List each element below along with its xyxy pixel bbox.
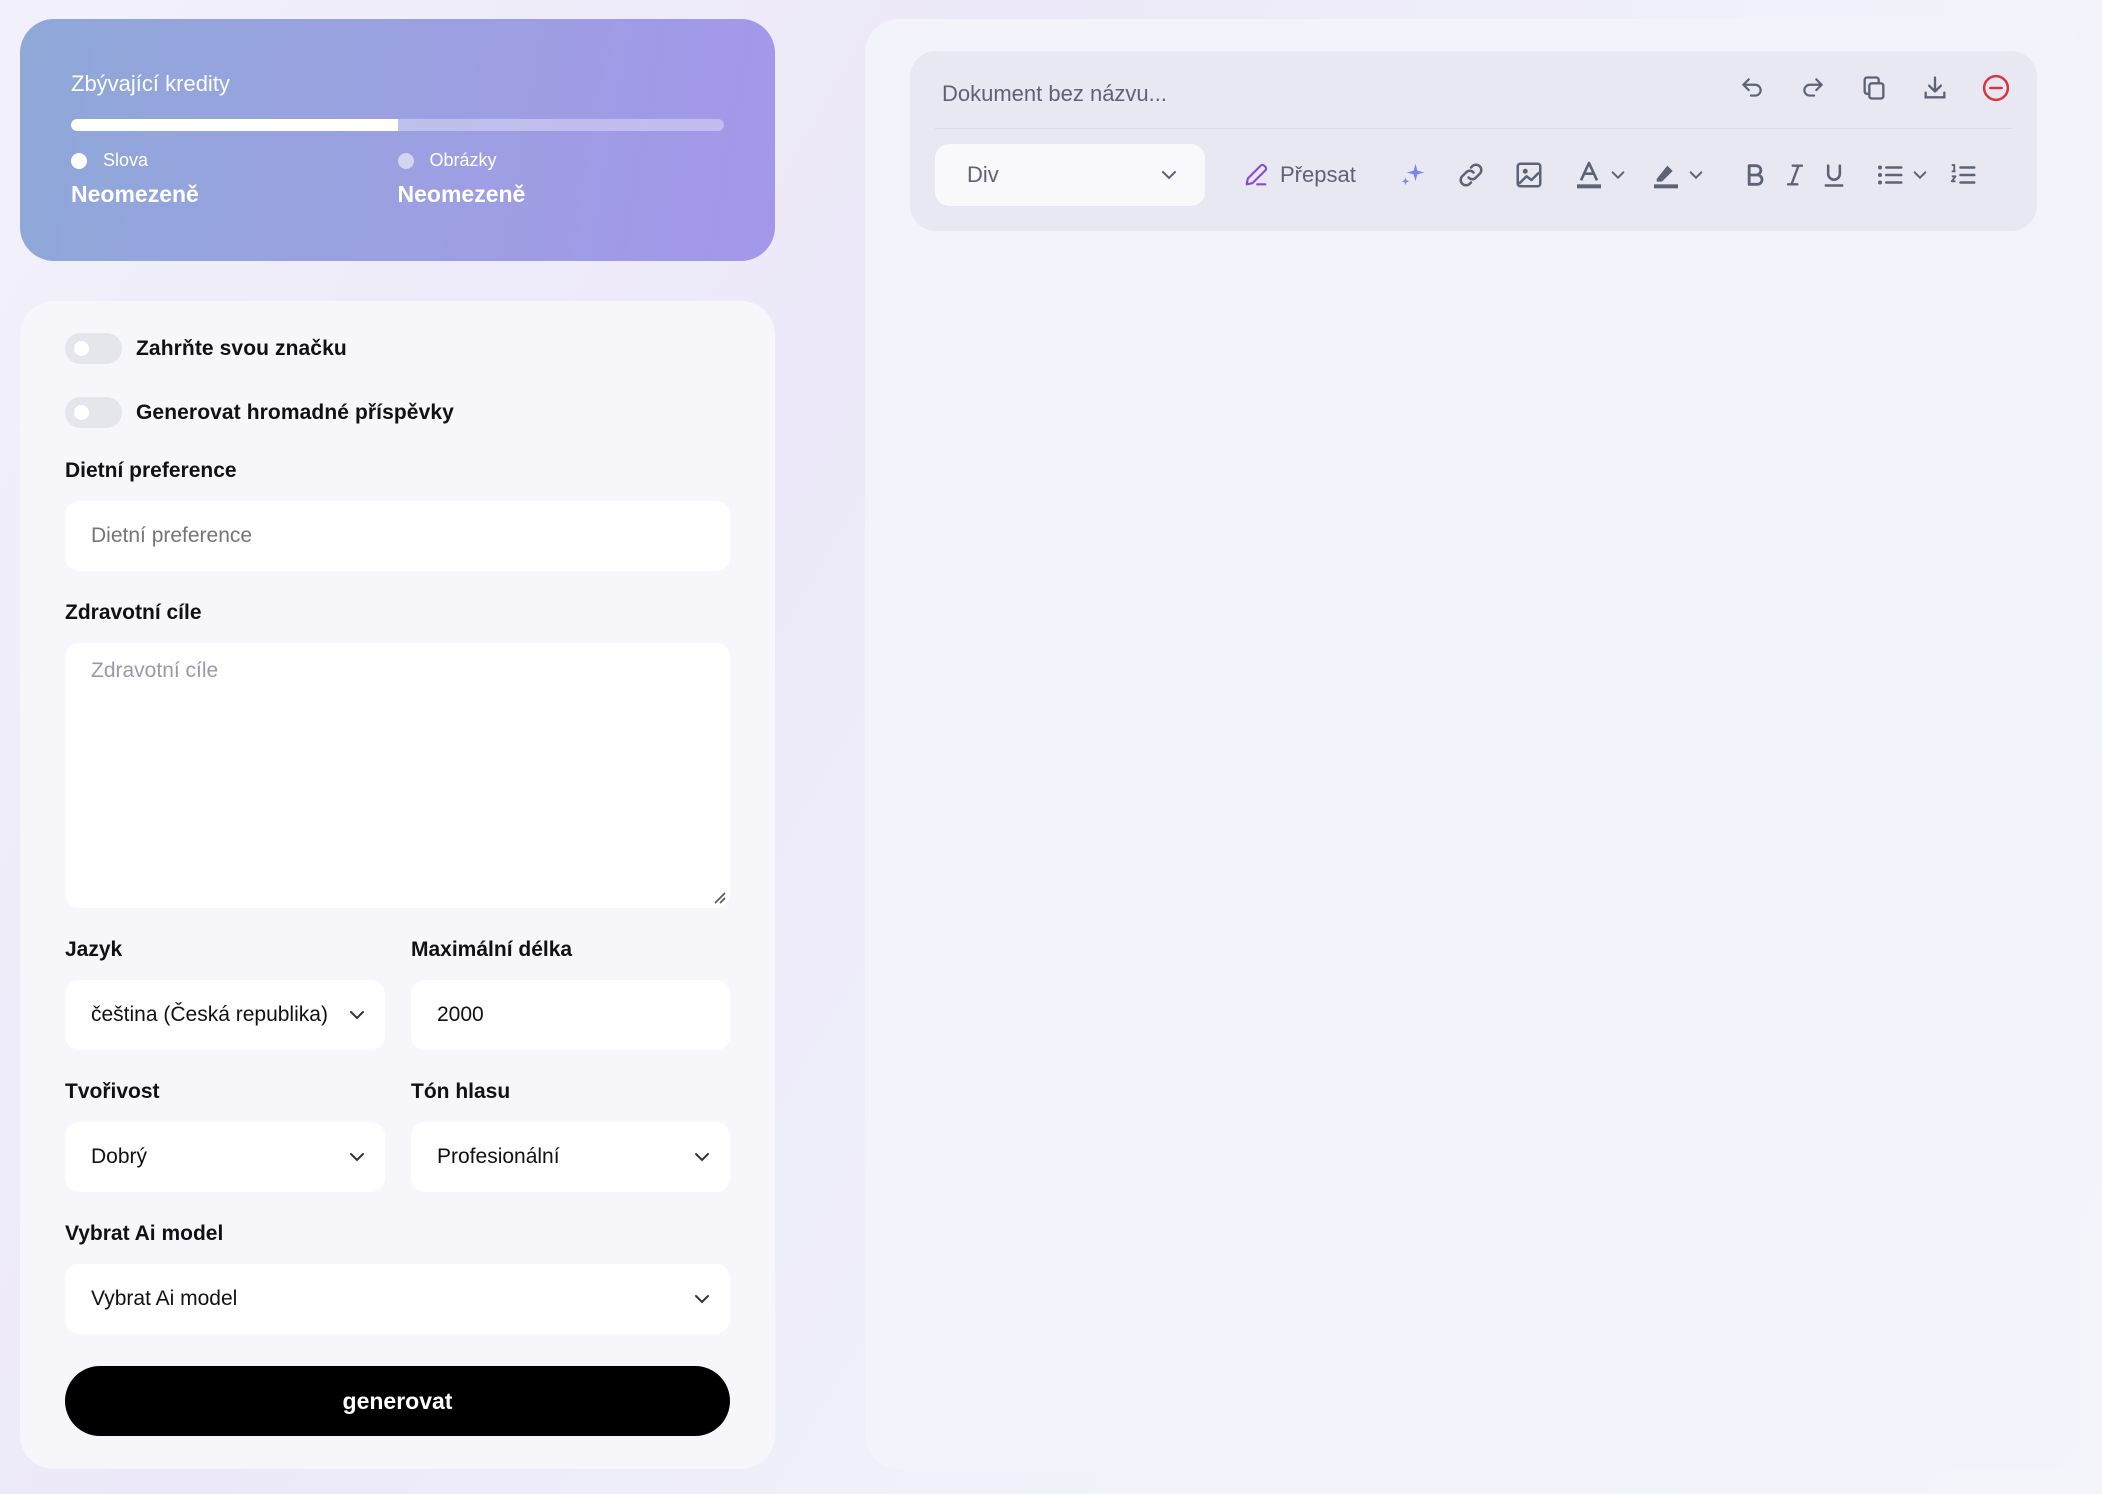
- toolbar-divider: [935, 128, 2012, 129]
- underline-icon[interactable]: [1819, 156, 1849, 194]
- link-icon[interactable]: [1453, 156, 1489, 194]
- max-length-input[interactable]: 2000: [411, 980, 730, 1050]
- words-dot-icon: [71, 152, 87, 169]
- ai-model-label: Vybrat Ai model: [65, 1222, 224, 1245]
- language-select[interactable]: čeština (Česká republika): [65, 980, 385, 1050]
- chevron-down-icon: [695, 1153, 709, 1162]
- words-label: Slova: [103, 150, 149, 170]
- bold-icon[interactable]: [1740, 156, 1770, 194]
- brand-toggle-label: Zahrňte svou značku: [136, 336, 347, 360]
- numbered-list-icon[interactable]: [1946, 156, 1980, 194]
- images-label: Obrázky: [429, 150, 497, 170]
- chevron-down-icon: [350, 1011, 364, 1020]
- generate-button[interactable]: generovat: [65, 1366, 730, 1436]
- creativity-value: Dobrý: [91, 1145, 148, 1168]
- chevron-down-icon: [1162, 171, 1176, 180]
- brand-toggle[interactable]: [65, 333, 122, 364]
- dietary-label: Dietní preference: [65, 459, 237, 482]
- redo-icon[interactable]: [1796, 71, 1830, 105]
- highlight-chevron-icon[interactable]: [1686, 156, 1706, 194]
- document-actions: [1708, 71, 2013, 105]
- text-color-chevron-icon[interactable]: [1608, 156, 1628, 194]
- tone-label: Tón hlasu: [411, 1080, 511, 1103]
- creativity-select[interactable]: Dobrý: [65, 1122, 385, 1192]
- brand-toggle-row[interactable]: Zahrňte svou značku: [65, 333, 347, 364]
- block-type-select[interactable]: Div: [935, 144, 1205, 206]
- sparkle-icon[interactable]: [1395, 156, 1431, 194]
- chevron-down-icon: [695, 1295, 709, 1304]
- italic-icon[interactable]: [1780, 156, 1810, 194]
- credits-title: Zbývající kredity: [71, 71, 230, 96]
- credits-progress-fill: [71, 119, 398, 131]
- bulk-toggle-label: Generovat hromadné příspěvky: [136, 400, 454, 424]
- image-icon[interactable]: [1511, 156, 1547, 194]
- credits-progress-bar: [71, 119, 724, 131]
- bulk-toggle[interactable]: [65, 397, 122, 428]
- highlight-icon[interactable]: [1648, 156, 1684, 194]
- dietary-input[interactable]: [65, 501, 730, 571]
- bullet-list-icon[interactable]: [1873, 156, 1907, 194]
- text-color-icon[interactable]: [1571, 156, 1607, 194]
- ai-model-select[interactable]: Vybrat Ai model: [65, 1264, 730, 1334]
- health-goals-textarea[interactable]: Zdravotní cíle: [65, 643, 730, 908]
- undo-icon[interactable]: [1735, 71, 1769, 105]
- credit-words: Slova Neomezeně: [71, 150, 398, 208]
- editor-panel: Dokument bez názvu... Div Přepsat: [865, 19, 2081, 1469]
- block-type-value: Div: [967, 162, 999, 187]
- delete-icon[interactable]: [1979, 71, 2013, 105]
- copy-icon[interactable]: [1857, 71, 1891, 105]
- health-goals-placeholder: Zdravotní cíle: [91, 659, 219, 682]
- chevron-down-icon: [350, 1153, 364, 1162]
- tone-select[interactable]: Profesionální: [411, 1122, 730, 1192]
- ai-model-value: Vybrat Ai model: [91, 1287, 238, 1310]
- bulk-toggle-row[interactable]: Generovat hromadné příspěvky: [65, 397, 454, 428]
- rewrite-label: Přepsat: [1280, 162, 1356, 187]
- rewrite-button[interactable]: Přepsat: [1242, 161, 1356, 189]
- credits-card: Zbývající kredity Slova Neomezeně Obrázk…: [20, 19, 775, 261]
- language-label: Jazyk: [65, 938, 123, 961]
- images-dot-icon: [397, 152, 414, 169]
- list-chevron-icon[interactable]: [1910, 156, 1930, 194]
- editor-content-area[interactable]: [910, 259, 2037, 1429]
- form-panel: Zahrňte svou značku Generovat hromadné p…: [20, 301, 775, 1469]
- words-value: Neomezeně: [71, 181, 199, 207]
- pencil-icon: [1245, 163, 1268, 186]
- resize-grip-icon[interactable]: [712, 890, 726, 904]
- editor-toolbar: Dokument bez názvu... Div Přepsat: [910, 51, 2037, 231]
- max-length-value: 2000: [437, 1003, 484, 1026]
- document-title-input[interactable]: Dokument bez názvu...: [942, 81, 1167, 107]
- images-value: Neomezeně: [397, 181, 526, 207]
- language-value: čeština (Česká republika): [91, 1003, 328, 1026]
- credit-images: Obrázky Neomezeně: [397, 150, 725, 208]
- health-goals-label: Zdravotní cíle: [65, 601, 202, 624]
- download-icon[interactable]: [1918, 71, 1952, 105]
- tone-value: Profesionální: [437, 1145, 560, 1168]
- max-length-label: Maximální délka: [411, 938, 573, 961]
- creativity-label: Tvořivost: [65, 1080, 160, 1103]
